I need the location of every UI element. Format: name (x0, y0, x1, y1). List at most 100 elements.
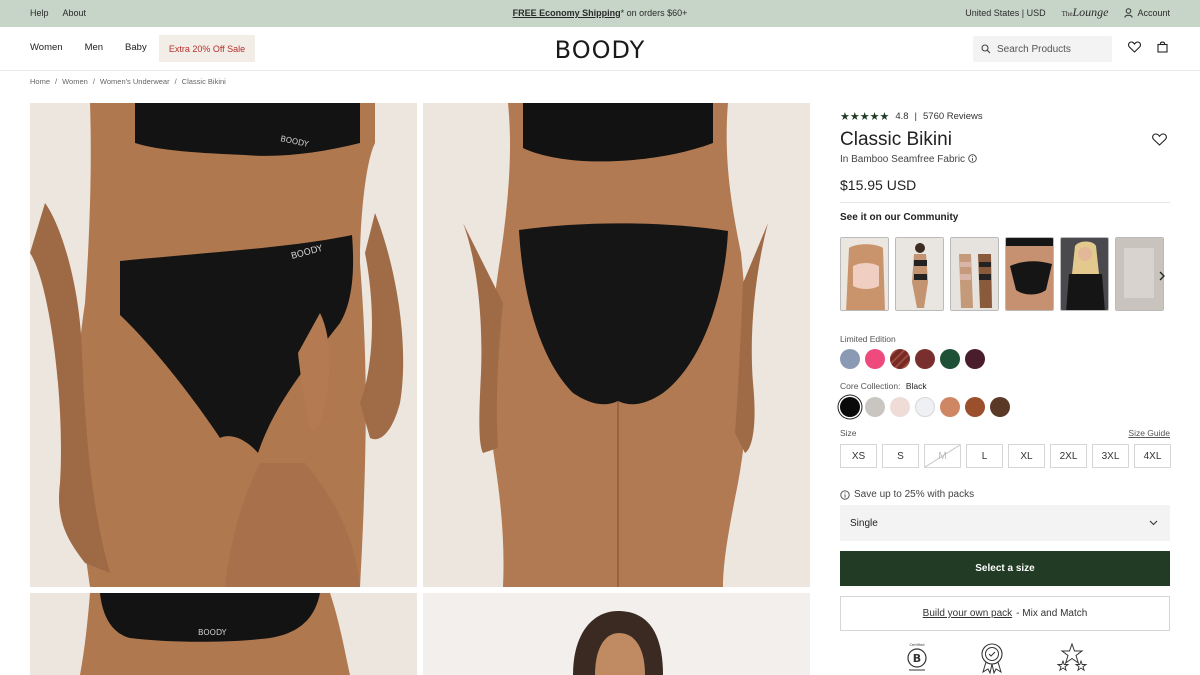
community-thumb[interactable] (1005, 237, 1054, 311)
size-option-xl[interactable]: XL (1008, 444, 1045, 468)
core-swatches (840, 397, 1010, 417)
lounge-link[interactable]: TheLounge (1062, 5, 1109, 20)
crumb-sep: / (92, 77, 95, 86)
community-thumb[interactable] (1060, 237, 1109, 311)
award-icon (981, 643, 1003, 674)
breadcrumb: Home / Women / Women's Underwear / Classic … (30, 77, 226, 86)
info-icon[interactable] (968, 154, 977, 163)
size-options: XS S M L XL 2XL 3XL 4XL (840, 444, 1171, 468)
color-swatch[interactable] (840, 349, 860, 369)
color-swatch[interactable] (890, 397, 910, 417)
site-header: Women Men Baby Extra 20% Off Sale BOODY … (0, 27, 1200, 71)
lounge-prefix: The (1061, 10, 1073, 18)
size-option-3xl[interactable]: 3XL (1092, 444, 1129, 468)
main-nav: Women Men Baby (30, 42, 147, 53)
product-image-side[interactable]: BOODY (30, 593, 417, 675)
crumb-current: Classic Bikini (181, 77, 226, 86)
color-swatch[interactable] (965, 397, 985, 417)
product-title: Classic Bikini (840, 129, 952, 150)
search-input[interactable]: Search Products (973, 36, 1112, 62)
promo-bold: FREE Economy Shipping (512, 8, 621, 18)
svg-text:B: B (913, 652, 921, 665)
info-icon (840, 489, 850, 500)
account-link[interactable]: Account (1124, 8, 1170, 18)
core-collection-label: Core Collection: Black (840, 381, 927, 391)
pack-savings-note: Save up to 25% with packs (840, 489, 974, 500)
size-option-4xl[interactable]: 4XL (1134, 444, 1171, 468)
bag-icon[interactable] (1157, 41, 1168, 53)
site-logo[interactable]: BOODY (520, 36, 680, 64)
product-image-front[interactable]: BOODY BOODY (30, 103, 417, 587)
crumb-home[interactable]: Home (30, 77, 50, 86)
heart-icon[interactable] (1152, 133, 1167, 146)
community-thumb[interactable] (895, 237, 944, 311)
community-thumb[interactable] (840, 237, 889, 311)
size-option-l[interactable]: L (966, 444, 1003, 468)
color-swatch-selected[interactable] (840, 397, 860, 417)
chevron-down-icon (1149, 520, 1158, 526)
product-image-back[interactable] (423, 103, 810, 587)
size-guide-link[interactable]: Size Guide (1128, 428, 1170, 438)
pack-select[interactable]: Single (840, 505, 1170, 541)
chevron-right-icon[interactable] (1158, 271, 1166, 281)
limited-edition-label: Limited Edition (840, 334, 896, 344)
pack-selected-value: Single (850, 517, 878, 529)
rating-stars: ★★★★★ (840, 111, 890, 123)
product-image-model[interactable] (423, 593, 810, 675)
size-option-xs[interactable]: XS (840, 444, 877, 468)
color-swatch[interactable] (915, 349, 935, 369)
sale-button[interactable]: Extra 20% Off Sale (159, 35, 255, 62)
trust-badges: Certified B (906, 642, 1088, 674)
community-thumb[interactable] (1115, 237, 1164, 311)
product-price: $15.95 USD (840, 177, 917, 193)
side-photo: BOODY (30, 593, 417, 675)
crumb-sep: / (55, 77, 58, 86)
color-swatch[interactable] (990, 397, 1010, 417)
pack-savings-text: Save up to 25% with packs (854, 489, 975, 500)
build-pack-rest: - Mix and Match (1016, 608, 1088, 619)
size-option-s[interactable]: S (882, 444, 919, 468)
rating-separator: | (914, 111, 917, 122)
size-option-2xl[interactable]: 2XL (1050, 444, 1087, 468)
stars-icon (1056, 642, 1088, 672)
svg-text:Certified: Certified (910, 643, 925, 647)
review-count: 5760 Reviews (923, 111, 983, 122)
community-thumb[interactable] (950, 237, 999, 311)
color-swatch[interactable] (865, 349, 885, 369)
back-photo (423, 103, 810, 587)
rating-summary[interactable]: ★★★★★ 4.8 | 5760 Reviews (840, 110, 983, 123)
fabric-line: In Bamboo Seamfree Fabric (840, 154, 977, 165)
front-photo: BOODY BOODY (30, 103, 417, 587)
nav-baby[interactable]: Baby (125, 42, 147, 53)
color-swatch[interactable] (915, 397, 935, 417)
nav-men[interactable]: Men (85, 42, 103, 53)
nav-women[interactable]: Women (30, 42, 63, 53)
wishlist-heart-icon[interactable] (1128, 41, 1141, 53)
limited-swatches (840, 349, 985, 369)
color-swatch[interactable] (940, 397, 960, 417)
rating-value: 4.8 (895, 111, 909, 122)
size-label: Size (840, 428, 857, 438)
region-selector[interactable]: United States | USD (965, 8, 1045, 18)
core-selected-color: Black (905, 381, 927, 391)
select-size-button[interactable]: Select a size (840, 551, 1170, 586)
model-photo (423, 593, 810, 675)
build-pack-link[interactable]: Build your own pack (923, 608, 1013, 619)
divider (840, 202, 1170, 203)
core-label-text: Core Collection: (840, 381, 901, 391)
search-placeholder: Search Products (997, 43, 1071, 55)
crumb-women[interactable]: Women (62, 77, 88, 86)
search-icon (981, 44, 991, 54)
color-swatch[interactable] (890, 349, 910, 369)
lounge-label: Lounge (1072, 5, 1109, 19)
size-option-m-unavailable[interactable]: M (924, 444, 961, 468)
color-swatch[interactable] (865, 397, 885, 417)
promo-rest: * on orders $60+ (620, 8, 688, 18)
crumb-sep: / (174, 77, 177, 86)
account-label: Account (1137, 7, 1170, 18)
community-carousel (840, 237, 1164, 311)
crumb-underwear[interactable]: Women's Underwear (100, 77, 170, 86)
color-swatch[interactable] (940, 349, 960, 369)
color-swatch[interactable] (965, 349, 985, 369)
build-pack-box: Build your own pack - Mix and Match (840, 596, 1170, 631)
